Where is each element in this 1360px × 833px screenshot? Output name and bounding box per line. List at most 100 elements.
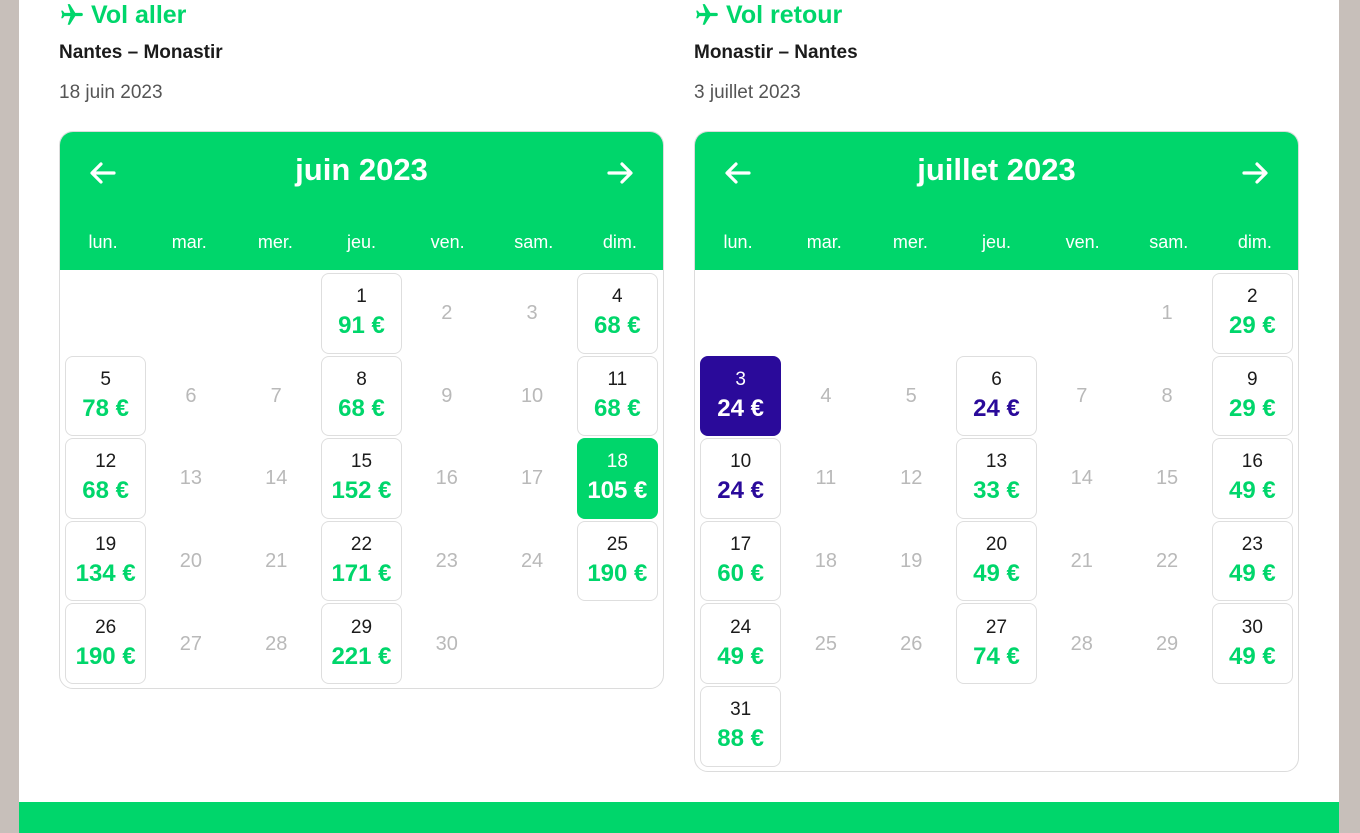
day-number: 30 [1241,616,1263,638]
day-number: 9 [1247,368,1258,390]
day-cell-priced[interactable]: 19 134 € [65,520,147,602]
day-price: 134 € [75,560,136,588]
day-number: 23 [1241,534,1263,556]
day-cell-priced[interactable]: 24 49 € [700,603,782,684]
day-number: 29 [1155,632,1179,655]
weekday-label: lun. [88,232,118,252]
day-cell-unavailable: 30 [406,603,487,684]
weekday-label: sam. [1149,232,1189,252]
day-cell-priced[interactable]: 29 221 € [320,603,403,684]
weekday-label: jeu. [981,232,1011,252]
day-price: 33 € [973,477,1020,505]
outbound-calendar: juin 2023 lun. mar. mer. jeu. ven. sam. … [59,131,664,689]
page: Vol aller Nantes – Monastir 18 juin 2023… [19,0,1339,833]
day-cell-priced[interactable]: 15 152 € [320,438,403,519]
day-cell-priced[interactable]: 23 49 € [1211,520,1293,602]
day-cell-unavailable: 15 [1126,438,1207,519]
day-cell-unavailable: 22 [1126,521,1207,602]
outbound-date: 18 juin 2023 [59,82,163,103]
day-cell-unavailable: 14 [236,438,317,519]
day-number: 27 [179,632,203,655]
day-number: 21 [265,550,288,573]
weekday-label: ven. [430,232,465,252]
day-cell-priced[interactable]: 10 24 € [700,438,782,519]
day-cell-unavailable: 5 [871,356,952,437]
day-cell-priced[interactable]: 12 68 € [65,438,147,519]
day-price: 190 € [587,560,648,588]
day-number: 10 [730,451,752,473]
day-number: 29 [350,616,373,638]
day-price: 91 € [338,312,385,340]
day-number: 3 [526,302,538,325]
day-cell-priced[interactable]: 22 171 € [320,520,403,602]
day-number: 13 [985,451,1008,473]
day-price: 171 € [331,560,392,588]
day-cell-priced[interactable]: 16 49 € [1211,438,1293,519]
day-number: 28 [1070,632,1093,655]
weekday-label: dim. [602,232,637,252]
day-cell-priced[interactable]: 31 88 € [700,685,782,767]
day-number: 11 [815,467,837,490]
arrow-right-icon [1242,162,1268,184]
day-cell-priced[interactable]: 6 24 € [955,355,1038,437]
day-number: 11 [607,368,628,390]
day-number: 2 [441,302,453,325]
day-price: 49 € [1228,642,1276,670]
next-month-button[interactable] [603,156,637,190]
day-number: 22 [350,534,373,556]
day-price: 78 € [82,394,129,422]
day-cell-priced[interactable]: 2 29 € [1211,273,1293,354]
day-price: 74 € [973,642,1020,670]
weekday-label: sam. [514,232,554,252]
day-cell-priced[interactable]: 17 60 € [700,520,782,602]
empty-cell [65,273,146,354]
day-cell-unavailable: 4 [785,356,866,437]
day-cell-priced[interactable]: 5 78 € [65,355,147,437]
day-grid: 1 2 29 €3 24 €4 5 6 24 €7 8 9 29 €10 24 €11 12 13 33 … [695,270,1298,771]
empty-cell [150,273,231,354]
plane-icon [61,4,83,25]
day-price: 152 € [331,477,392,505]
day-cell-priced[interactable]: 26 190 € [65,603,147,684]
day-cell-priced[interactable]: 8 68 € [320,355,403,437]
day-cell-priced[interactable]: 1 91 € [320,273,403,354]
empty-cell [1041,273,1122,354]
day-number: 9 [441,384,453,407]
day-cell-priced[interactable]: 13 33 € [955,438,1038,519]
day-cell-priced[interactable]: 27 74 € [955,603,1038,684]
return-section: Vol retour Monastir – Nantes 3 juillet 2… [694,0,1299,772]
day-price: 49 € [717,642,764,670]
return-route: Monastir – Nantes [694,42,858,63]
weekday-label: mar. [171,232,207,252]
day-cell-priced[interactable]: 25 190 € [576,520,658,602]
day-cell-priced[interactable]: 3 24 € [700,355,782,437]
day-cell-priced[interactable]: 9 29 € [1211,355,1293,437]
day-number: 17 [730,534,752,556]
return-title: Vol retour [726,0,843,29]
day-number: 31 [730,699,752,721]
day-cell-priced[interactable]: 4 68 € [576,273,658,354]
outbound-route: Nantes – Monastir [59,42,223,63]
day-number: 5 [905,384,917,407]
day-cell-priced[interactable]: 20 49 € [955,520,1038,602]
day-cell-unavailable: 18 [785,521,866,602]
month-title: juillet 2023 [917,152,1076,187]
day-price: 29 € [1228,312,1276,340]
day-number: 10 [520,384,544,407]
next-month-button[interactable] [1238,156,1272,190]
day-cell-priced[interactable]: 11 68 € [576,355,658,437]
day-number: 30 [435,632,458,655]
day-number: 14 [1070,467,1093,490]
day-cell-priced[interactable]: 30 49 € [1211,603,1293,684]
day-price: 24 € [717,394,764,422]
day-cell-priced[interactable]: 18 105 € [576,438,658,519]
outbound-title: Vol aller [91,0,187,29]
day-cell-unavailable: 17 [491,438,572,519]
day-cell-unavailable: 21 [236,521,317,602]
empty-cell [236,273,317,354]
day-price: 29 € [1228,394,1276,422]
footer-bar [19,802,1339,833]
day-number: 1 [356,286,367,308]
day-price: 68 € [82,477,129,505]
day-cell-unavailable: 1 [1126,273,1207,354]
